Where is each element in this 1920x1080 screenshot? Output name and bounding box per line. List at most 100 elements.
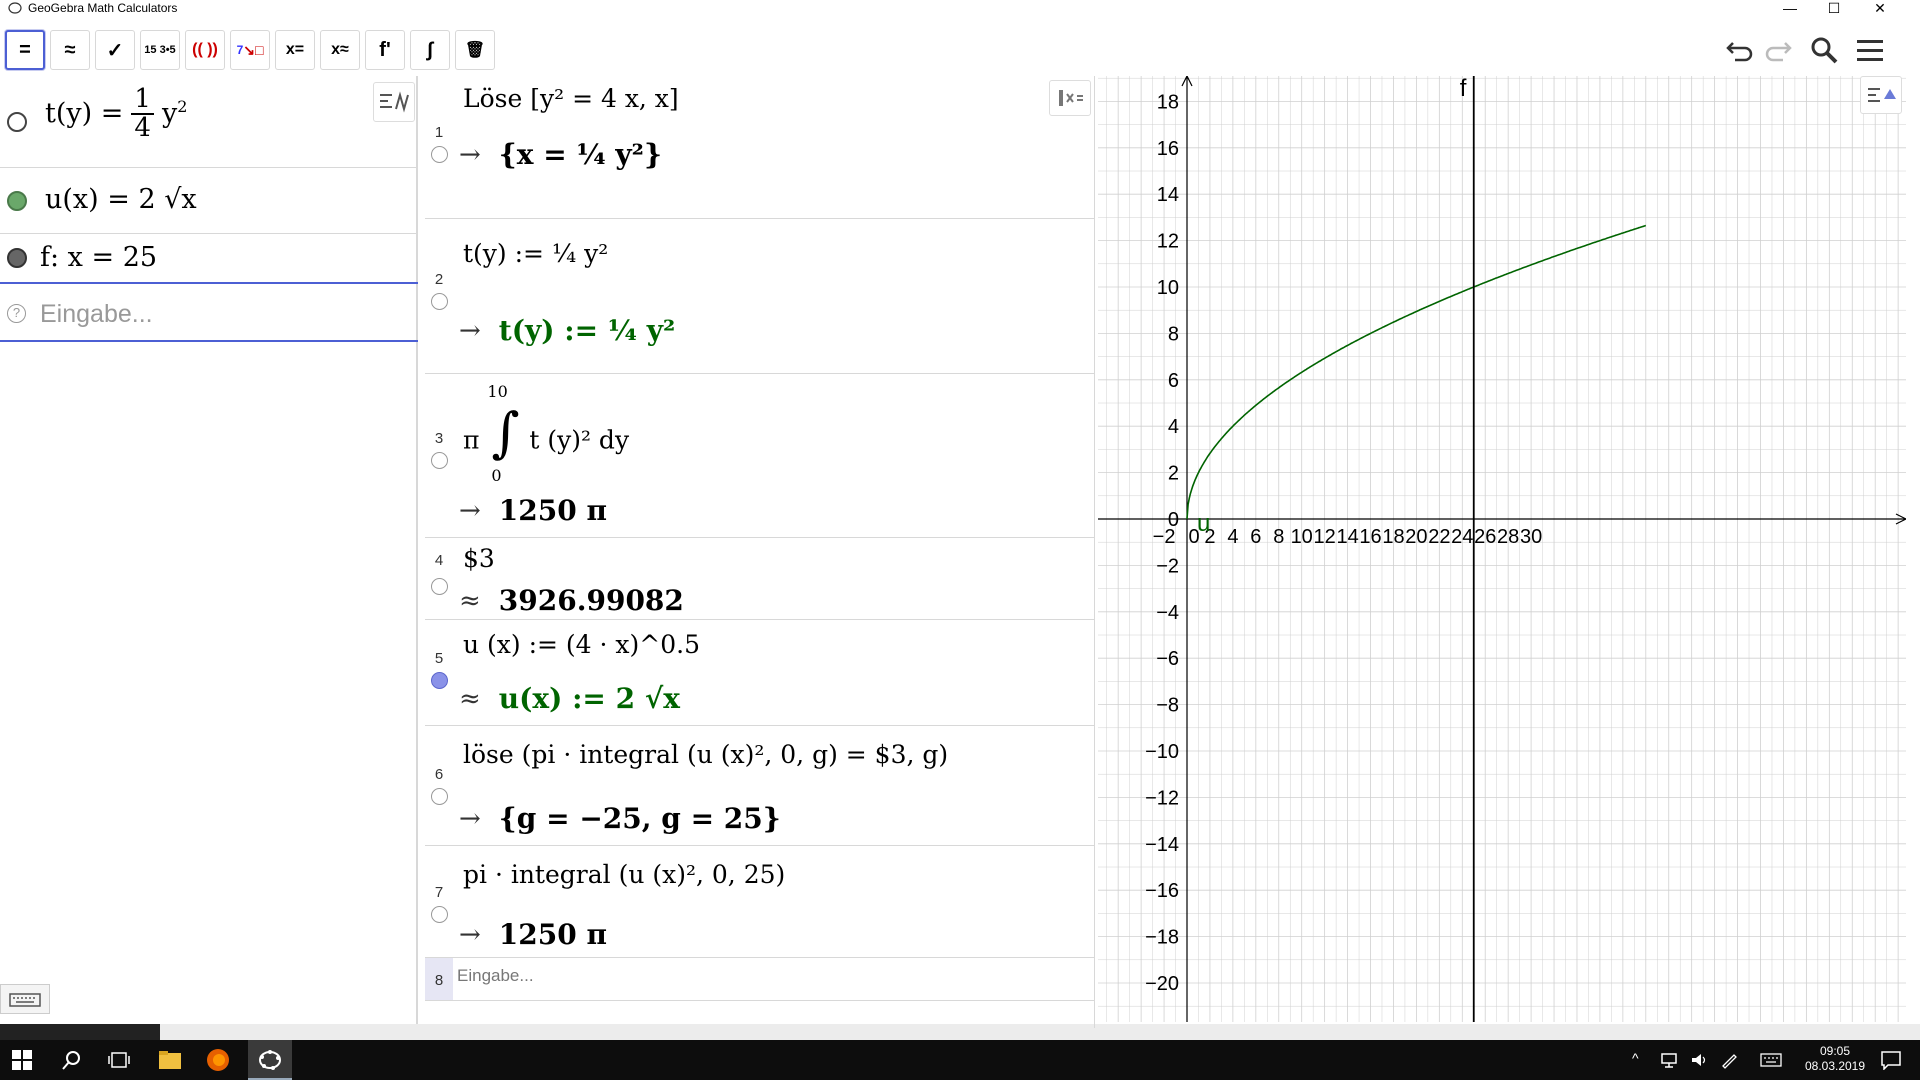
- cas-row-toggle[interactable]: [431, 788, 448, 805]
- cas-row[interactable]: 1 Löse [y² = 4 x, x] → {x = ¼ y²}: [425, 76, 1095, 219]
- main-menu-button[interactable]: [1850, 30, 1890, 70]
- cas-input[interactable]: löse (pi · integral (u (x)², 0, g) = $3,…: [463, 740, 948, 769]
- cas-row-number: 5: [434, 650, 444, 667]
- cas-row-toggle[interactable]: [431, 906, 448, 923]
- eval-exact-button[interactable]: =: [5, 30, 45, 70]
- y-tick-label: −16: [1145, 880, 1179, 902]
- show-hidden-icons-chevron-icon[interactable]: ^: [1632, 1050, 1639, 1066]
- task-view-icon[interactable]: [108, 1050, 130, 1070]
- y-tick-label: 8: [1168, 323, 1179, 345]
- cas-output: → 1250 π: [459, 494, 607, 527]
- close-button[interactable]: ✕: [1858, 0, 1902, 16]
- cas-input[interactable]: u (x) := (4 · x)^0.5: [463, 630, 700, 659]
- visibility-toggle[interactable]: [7, 191, 27, 211]
- search-icon[interactable]: [62, 1050, 82, 1070]
- graphics-style-button[interactable]: [1860, 76, 1902, 114]
- check-button[interactable]: ✓: [95, 30, 135, 70]
- redo-button[interactable]: [1758, 30, 1798, 70]
- derivative-button[interactable]: f': [365, 30, 405, 70]
- cas-row-toggle[interactable]: [431, 293, 448, 310]
- integral-lower-limit: 0: [491, 466, 502, 485]
- cas-row-number: 2: [434, 271, 444, 288]
- horizontal-scrollbar[interactable]: [0, 1024, 160, 1040]
- graph-canvas[interactable]: −2 0 2 4 6 8 10 12 14 16 18 20 22 24 26 28 3018161412108…: [1098, 76, 1906, 1022]
- cas-row-number: 4: [434, 552, 444, 569]
- delete-button[interactable]: 🗑: [455, 30, 495, 70]
- pi-symbol: π: [463, 425, 480, 455]
- factor-button[interactable]: 15 3•5: [140, 30, 180, 70]
- algebra-item-t[interactable]: t(y) = 1 4 y2: [0, 76, 418, 168]
- integral-button[interactable]: ∫: [410, 30, 450, 70]
- integral-upper-limit: 10: [487, 382, 508, 401]
- cas-output: ≈3926.99082: [459, 584, 684, 617]
- pen-icon[interactable]: [1720, 1051, 1738, 1069]
- cas-row-toggle[interactable]: [431, 146, 448, 163]
- algebra-input-row[interactable]: ? Eingabe...: [0, 284, 418, 342]
- algebra-input[interactable]: Eingabe...: [40, 300, 153, 329]
- undo-button[interactable]: [1720, 30, 1760, 70]
- nsolve-button[interactable]: x≈: [320, 30, 360, 70]
- cas-input[interactable]: π 10 ∫ 0 t (y)² dy: [463, 382, 629, 485]
- x-tick-label: 16: [1359, 526, 1381, 548]
- cas-output: → t(y) := ¼ y²: [459, 314, 676, 347]
- y-tick-label: −4: [1156, 602, 1179, 624]
- cas-row[interactable]: 3 π 10 ∫ 0 t (y)² dy → 1250 π: [425, 374, 1095, 538]
- substitute-button[interactable]: 7 ↘□: [230, 30, 270, 70]
- network-icon[interactable]: [1660, 1052, 1678, 1068]
- help-icon[interactable]: ?: [7, 304, 26, 323]
- integral-sign: 10 ∫ 0: [487, 382, 520, 485]
- volume-icon[interactable]: [1690, 1052, 1708, 1068]
- visibility-toggle[interactable]: [7, 112, 27, 132]
- cas-row[interactable]: 6 löse (pi · integral (u (x)², 0, g) = $…: [425, 726, 1095, 846]
- cas-row-number: 3: [434, 430, 444, 447]
- eval-numeric-button[interactable]: ≈: [50, 30, 90, 70]
- x-tick-label: 8: [1273, 526, 1284, 548]
- y-tick-label: 10: [1157, 277, 1179, 299]
- graphics-view[interactable]: −2 0 2 4 6 8 10 12 14 16 18 20 22 24 26 28 30 18 16 14 12 10 8…: [1098, 76, 1906, 1022]
- cas-input[interactable]: pi · integral (u (x)², 0, 25): [463, 860, 785, 889]
- x-tick-label: 10: [1291, 526, 1313, 548]
- algebra-item-u[interactable]: u(x) = 2 √x: [0, 168, 418, 234]
- maximize-button[interactable]: ☐: [1812, 0, 1856, 16]
- cas-input[interactable]: t(y) := ¼ y²: [463, 239, 608, 268]
- x-tick-label: 4: [1227, 526, 1238, 548]
- y-tick-label: −12: [1145, 787, 1179, 809]
- x-tick-label: 20: [1405, 526, 1427, 548]
- cas-row-toggle[interactable]: [431, 578, 448, 595]
- x-tick-label: 6: [1250, 526, 1261, 548]
- expand-button[interactable]: (( )): [185, 30, 225, 70]
- cas-input-placeholder[interactable]: Eingabe...: [457, 966, 534, 986]
- cas-input[interactable]: Löse [y² = 4 x, x]: [463, 84, 679, 113]
- keyboard-icon[interactable]: [1760, 1053, 1782, 1067]
- trash-icon: 🗑: [464, 42, 486, 59]
- cas-row[interactable]: 7 pi · integral (u (x)², 0, 25) → 1250 π: [425, 846, 1095, 958]
- y-tick-label: 0: [1168, 509, 1179, 531]
- algebra-item-f[interactable]: f: x = 25: [0, 234, 418, 284]
- cas-row-toggle[interactable]: [431, 672, 448, 689]
- cas-row-toggle[interactable]: [431, 452, 448, 469]
- notification-icon[interactable]: [1880, 1050, 1902, 1070]
- cas-row[interactable]: 4 $3 ≈3926.99082: [425, 538, 1095, 620]
- geogebra-taskbar-button[interactable]: [248, 1040, 292, 1080]
- cas-row[interactable]: 2 t(y) := ¼ y² → t(y) := ¼ y²: [425, 219, 1095, 374]
- visibility-toggle[interactable]: [7, 248, 27, 268]
- search-button[interactable]: [1804, 30, 1844, 70]
- firefox-icon[interactable]: [206, 1048, 230, 1072]
- algebra-formula: u(x) = 2 √x: [45, 184, 197, 215]
- cas-output: → {g = −25, g = 25}: [459, 802, 781, 835]
- cas-row[interactable]: 5 u (x) := (4 · x)^0.5 ≈ u(x) := 2 √x: [425, 620, 1095, 726]
- geogebra-icon: [259, 1050, 281, 1070]
- keyboard-button[interactable]: [0, 984, 50, 1014]
- title-bar: GeoGebra Math Calculators — ☐ ✕: [0, 0, 1920, 16]
- solve-button[interactable]: x=: [275, 30, 315, 70]
- cas-row-number: 7: [434, 884, 444, 901]
- windows-start-icon[interactable]: [12, 1050, 32, 1070]
- clock[interactable]: 09:05 08.03.2019: [1800, 1044, 1870, 1074]
- window-title: GeoGebra Math Calculators: [28, 1, 178, 15]
- minimize-button[interactable]: —: [1768, 0, 1812, 16]
- cas-input[interactable]: $3: [463, 544, 495, 573]
- y-tick-label: 12: [1157, 231, 1179, 253]
- geogebra-logo-icon: [8, 2, 22, 14]
- y-tick-label: 16: [1157, 138, 1179, 160]
- file-explorer-icon[interactable]: [158, 1049, 182, 1071]
